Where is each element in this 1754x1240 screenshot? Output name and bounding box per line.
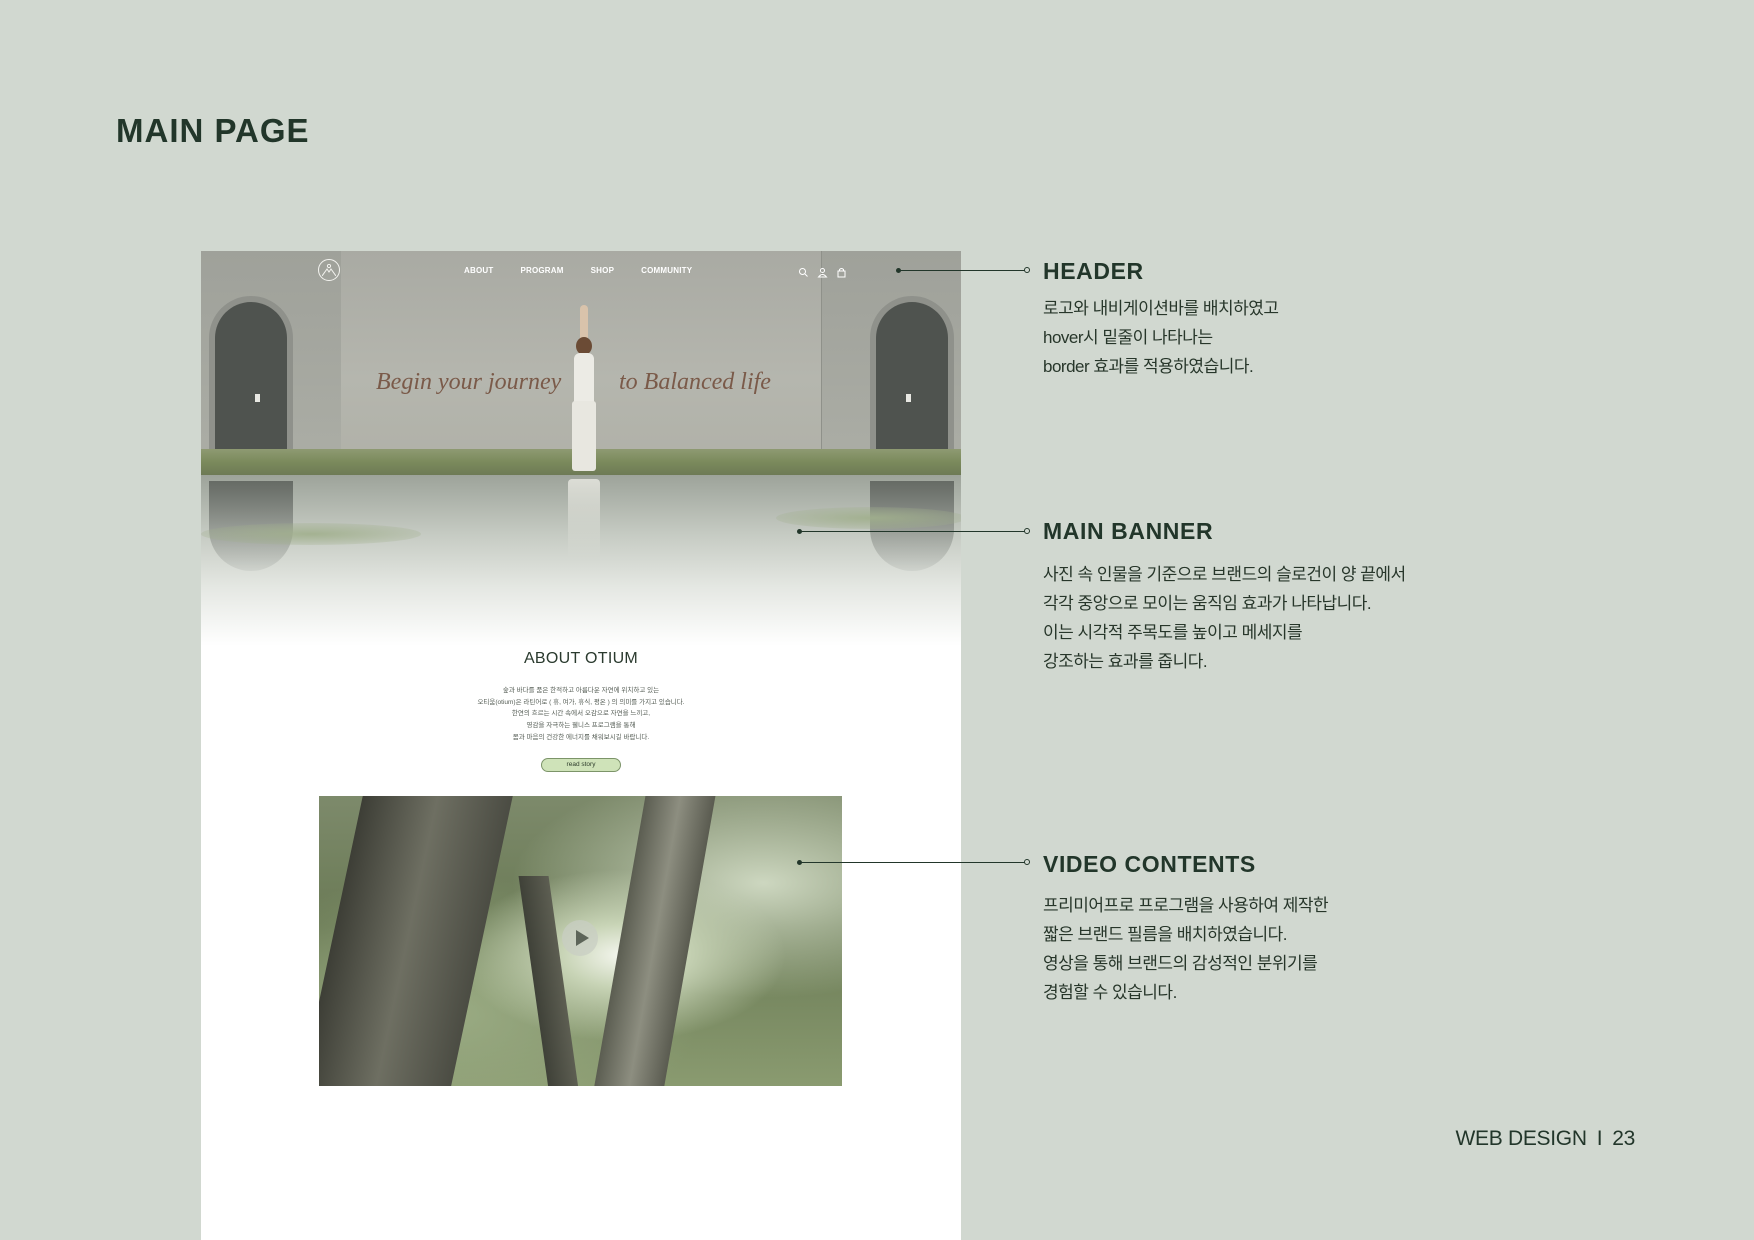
tree-trunk <box>319 796 513 1086</box>
header-icons <box>798 265 847 278</box>
slogan-left: Begin your journey <box>376 369 562 395</box>
annotation-line: 각각 중앙으로 모이는 움직임 효과가 나타납니다. <box>1043 594 1372 613</box>
arched-door-right <box>870 296 954 461</box>
yoga-figure <box>564 305 604 475</box>
nav-about[interactable]: ABOUT <box>464 266 493 275</box>
lily-pads-left <box>201 523 421 545</box>
page-number: 23 <box>1612 1127 1635 1150</box>
annotation-line: border 효과를 적용하였습니다. <box>1043 357 1254 376</box>
main-banner: Begin your journey to Balanced life ABOU… <box>201 251 961 646</box>
play-icon[interactable] <box>562 920 598 956</box>
tree-trunk <box>592 796 716 1086</box>
footer-section-label: WEB DESIGN <box>1455 1127 1587 1150</box>
annotation-line: 강조하는 효과를 줍니다. <box>1043 652 1208 671</box>
nav-shop[interactable]: SHOP <box>591 266 614 275</box>
banner-connector <box>800 531 1027 532</box>
annotation-header-title: HEADER <box>1043 258 1144 284</box>
about-line: 오티움(otium)은 라틴어로 ( 휴, 여가, 휴식, 평온 ) 의 의미를… <box>477 698 685 706</box>
about-line: 영감을 자극하는 웰니스 프로그램을 통해 <box>526 722 636 730</box>
slogan-right: to Balanced life <box>619 369 771 395</box>
annotation-line: 사진 속 인물을 기준으로 브랜드의 슬로건이 양 끝에서 <box>1043 565 1406 584</box>
main-nav: ABOUT PROGRAM SHOP COMMUNITY <box>464 266 719 275</box>
nav-community[interactable]: COMMUNITY <box>641 266 692 275</box>
annotation-banner-title: MAIN BANNER <box>1043 518 1214 544</box>
annotation-line: hover시 밑줄이 나타나는 <box>1043 328 1213 347</box>
lily-pads-right <box>776 507 961 529</box>
header-connector-end <box>1024 267 1030 273</box>
annotation-line: 이는 시각적 주목도를 높이고 메세지를 <box>1043 623 1303 642</box>
annotation-line: 영상을 통해 브랜드의 감성적인 분위기를 <box>1043 954 1318 973</box>
annotation-video-body: 프리미어프로 프로그램을 사용하여 제작한 짧은 브랜드 필름을 배치하였습니다… <box>1043 891 1329 1007</box>
nav-program[interactable]: PROGRAM <box>520 266 563 275</box>
footer-separator: I <box>1596 1127 1603 1150</box>
annotation-line: 경험할 수 있습니다. <box>1043 983 1177 1002</box>
annotation-line: 짧은 브랜드 필름을 배치하였습니다. <box>1043 925 1288 944</box>
video-player[interactable] <box>319 796 842 1086</box>
annotation-line: 프리미어프로 프로그램을 사용하여 제작한 <box>1043 896 1329 915</box>
about-title: ABOUT OTIUM <box>523 650 639 667</box>
user-icon[interactable] <box>817 265 828 278</box>
search-icon[interactable] <box>798 265 809 277</box>
yoga-figure-reflection <box>568 479 600 559</box>
read-story-button[interactable]: read story <box>541 758 621 772</box>
site-header: ABOUT PROGRAM SHOP COMMUNITY <box>201 251 961 291</box>
banner-connector-end <box>1024 528 1030 534</box>
about-line: 숲과 바다를 품은 한적하고 아름다운 자연에 위치하고 있는 <box>502 687 660 694</box>
arched-door-left <box>209 296 293 461</box>
header-connector <box>899 270 1027 271</box>
about-description: 숲과 바다를 품은 한적하고 아름다운 자연에 위치하고 있는 오티움(otiu… <box>201 685 961 744</box>
annotation-video-title: VIDEO CONTENTS <box>1043 851 1256 877</box>
video-connector-end <box>1024 859 1030 865</box>
annotation-banner-body: 사진 속 인물을 기준으로 브랜드의 슬로건이 양 끝에서 각각 중앙으로 모이… <box>1043 560 1406 676</box>
video-connector <box>800 862 1027 863</box>
mountain-logo-icon[interactable] <box>318 259 340 281</box>
tree-trunk <box>518 876 580 1086</box>
annotation-line: 로고와 내비게이션바를 배치하였고 <box>1043 299 1279 318</box>
website-mockup: Begin your journey to Balanced life ABOU… <box>201 251 961 1240</box>
about-line: 몸과 마음의 건강한 에너지를 채워보시길 바랍니다. <box>512 733 650 741</box>
about-line: 한연의 흐르는 시간 속에서 오감으로 자연을 느끼고, <box>511 710 651 718</box>
page-footer: WEB DESIGN I 23 <box>1456 1127 1636 1151</box>
cart-icon[interactable] <box>836 265 847 278</box>
annotation-header-body: 로고와 내비게이션바를 배치하였고 hover시 밑줄이 나타나는 border… <box>1043 294 1279 381</box>
page-title: MAIN PAGE <box>116 112 310 149</box>
